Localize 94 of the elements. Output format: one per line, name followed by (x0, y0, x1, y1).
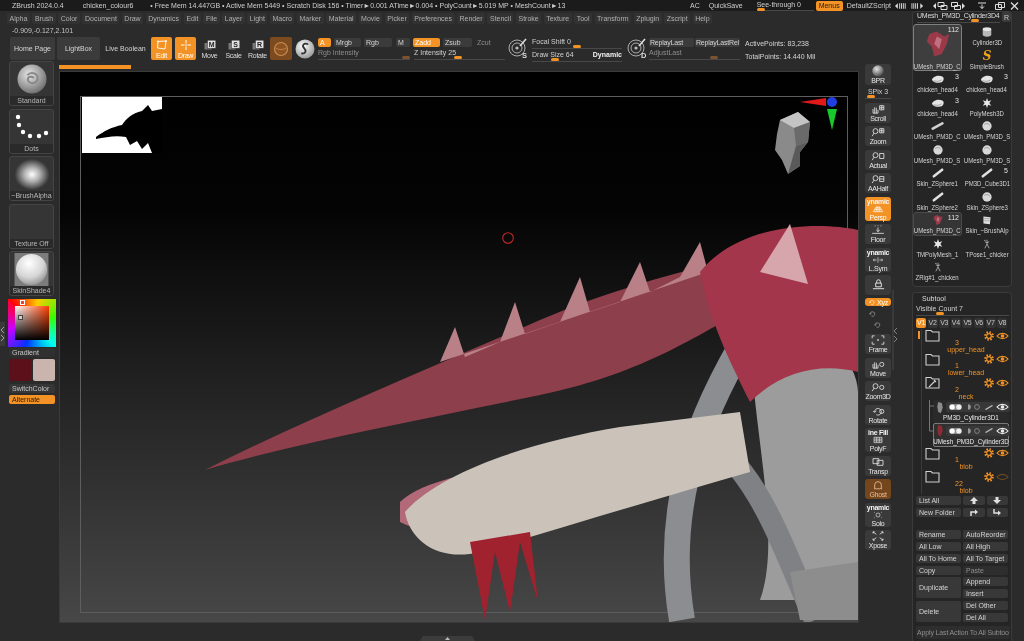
lock-icon (870, 278, 886, 290)
turn-down-button[interactable] (986, 508, 1008, 517)
panel-toggle-icon[interactable] (892, 290, 898, 370)
list-scrollbar-thumb[interactable] (918, 331, 920, 339)
cylinder-icon (980, 27, 994, 37)
close-icon[interactable] (1010, 1, 1019, 10)
stick-icon (980, 168, 994, 178)
half-moon-icon[interactable] (965, 404, 971, 410)
eye-icon[interactable] (996, 449, 1009, 458)
slider-handle[interactable] (971, 19, 979, 22)
swirl-sphere-icon[interactable] (295, 39, 315, 59)
spix-slider[interactable] (865, 95, 891, 99)
window-right-icon[interactable] (951, 1, 965, 10)
gear-icon[interactable] (984, 448, 994, 459)
folder-pen-icon[interactable] (925, 376, 940, 390)
restore-icon[interactable] (995, 1, 1005, 10)
sphere-icon (980, 144, 994, 155)
grid-icon (872, 436, 884, 444)
turn-down-arrow-icon (993, 509, 1002, 516)
ring-icon (273, 40, 289, 57)
crosshair-icon (179, 40, 192, 50)
expand-arrows-icon (871, 531, 885, 541)
frame-corners-icon (871, 335, 885, 345)
slider-handle[interactable] (866, 95, 875, 98)
folder-icon[interactable] (925, 329, 940, 343)
sphere-icon (980, 191, 994, 202)
ghost-icon (871, 480, 885, 490)
panel-toggle-icon[interactable] (0, 322, 5, 346)
mesh-blob-icon (980, 74, 994, 84)
material-sphere-icon (13, 252, 50, 286)
up-arrow-icon (969, 497, 978, 504)
slider-handle[interactable] (756, 8, 765, 11)
hand-grid-icon (871, 103, 885, 114)
symmetry-arrows-icon (872, 255, 884, 264)
dots-icon (14, 114, 49, 139)
floor-icon (871, 225, 885, 235)
diagonal-line-icon[interactable] (985, 404, 993, 410)
stick-icon (930, 191, 945, 202)
perspective-grid-icon (872, 204, 884, 213)
block-icon (980, 215, 994, 225)
slider-handle[interactable] (936, 312, 945, 315)
slider-handle[interactable] (573, 45, 581, 48)
visible-count-slider[interactable] (916, 312, 1009, 316)
down-button[interactable] (986, 496, 1008, 505)
sphere-icon (980, 121, 994, 131)
magnifier-grid-icon (871, 127, 885, 137)
folder-icon[interactable] (925, 470, 940, 484)
toggle-switch-icon[interactable] (949, 427, 962, 434)
turn-right-button[interactable] (963, 508, 985, 517)
sphere-icon (872, 65, 884, 77)
tube-icon (930, 121, 945, 131)
sphere-dots-icon (872, 510, 884, 519)
rotate-icon (868, 309, 877, 317)
folder-icon[interactable] (925, 446, 940, 460)
mesh-blob-icon (930, 74, 945, 84)
gear-icon[interactable] (984, 471, 994, 482)
turn-right-arrow-icon (969, 509, 978, 516)
mesh-blob-icon (930, 97, 945, 108)
navigator-thumbnail[interactable] (82, 97, 162, 153)
slider-handle[interactable] (550, 58, 559, 61)
sphere-swirl-icon (16, 64, 47, 94)
gear-icon[interactable] (984, 330, 994, 341)
gear-icon[interactable] (984, 377, 994, 388)
star-mesh-icon (980, 97, 994, 108)
rotate-icon (873, 320, 882, 328)
tool-slider[interactable] (917, 19, 1000, 23)
half-moon-icon[interactable] (965, 427, 971, 434)
color-marker-icon[interactable] (18, 315, 23, 320)
window-left-icon[interactable] (933, 1, 948, 10)
overlapping-squares-icon (871, 456, 885, 467)
edit-frame-icon (155, 40, 168, 50)
folder-icon[interactable] (925, 352, 940, 366)
rotate-icon (868, 299, 877, 305)
sphere-icon (930, 144, 945, 155)
lock-button[interactable] (865, 275, 891, 295)
color-picker[interactable] (8, 299, 56, 347)
eye-icon[interactable] (996, 355, 1009, 364)
expand-icon[interactable] (911, 1, 924, 10)
slider-handle[interactable] (453, 56, 462, 59)
toggle-switch-icon[interactable] (949, 404, 962, 410)
up-button[interactable] (963, 496, 985, 505)
cursor-ring-icon (502, 232, 514, 244)
eye-icon[interactable] (996, 331, 1009, 340)
minimize-icon[interactable] (977, 1, 987, 10)
eye-icon[interactable] (996, 378, 1009, 387)
tray-toggle-icon[interactable] (420, 636, 475, 641)
shrink-icon[interactable] (895, 1, 908, 10)
gear-icon[interactable] (984, 354, 994, 365)
color-swatch-icon[interactable] (33, 359, 55, 381)
soft-glow-icon (13, 158, 50, 190)
diagonal-line-icon[interactable] (985, 428, 993, 433)
down-arrow-icon (993, 497, 1002, 504)
color-swatch-icon[interactable] (9, 359, 31, 381)
stick-icon (930, 168, 945, 178)
